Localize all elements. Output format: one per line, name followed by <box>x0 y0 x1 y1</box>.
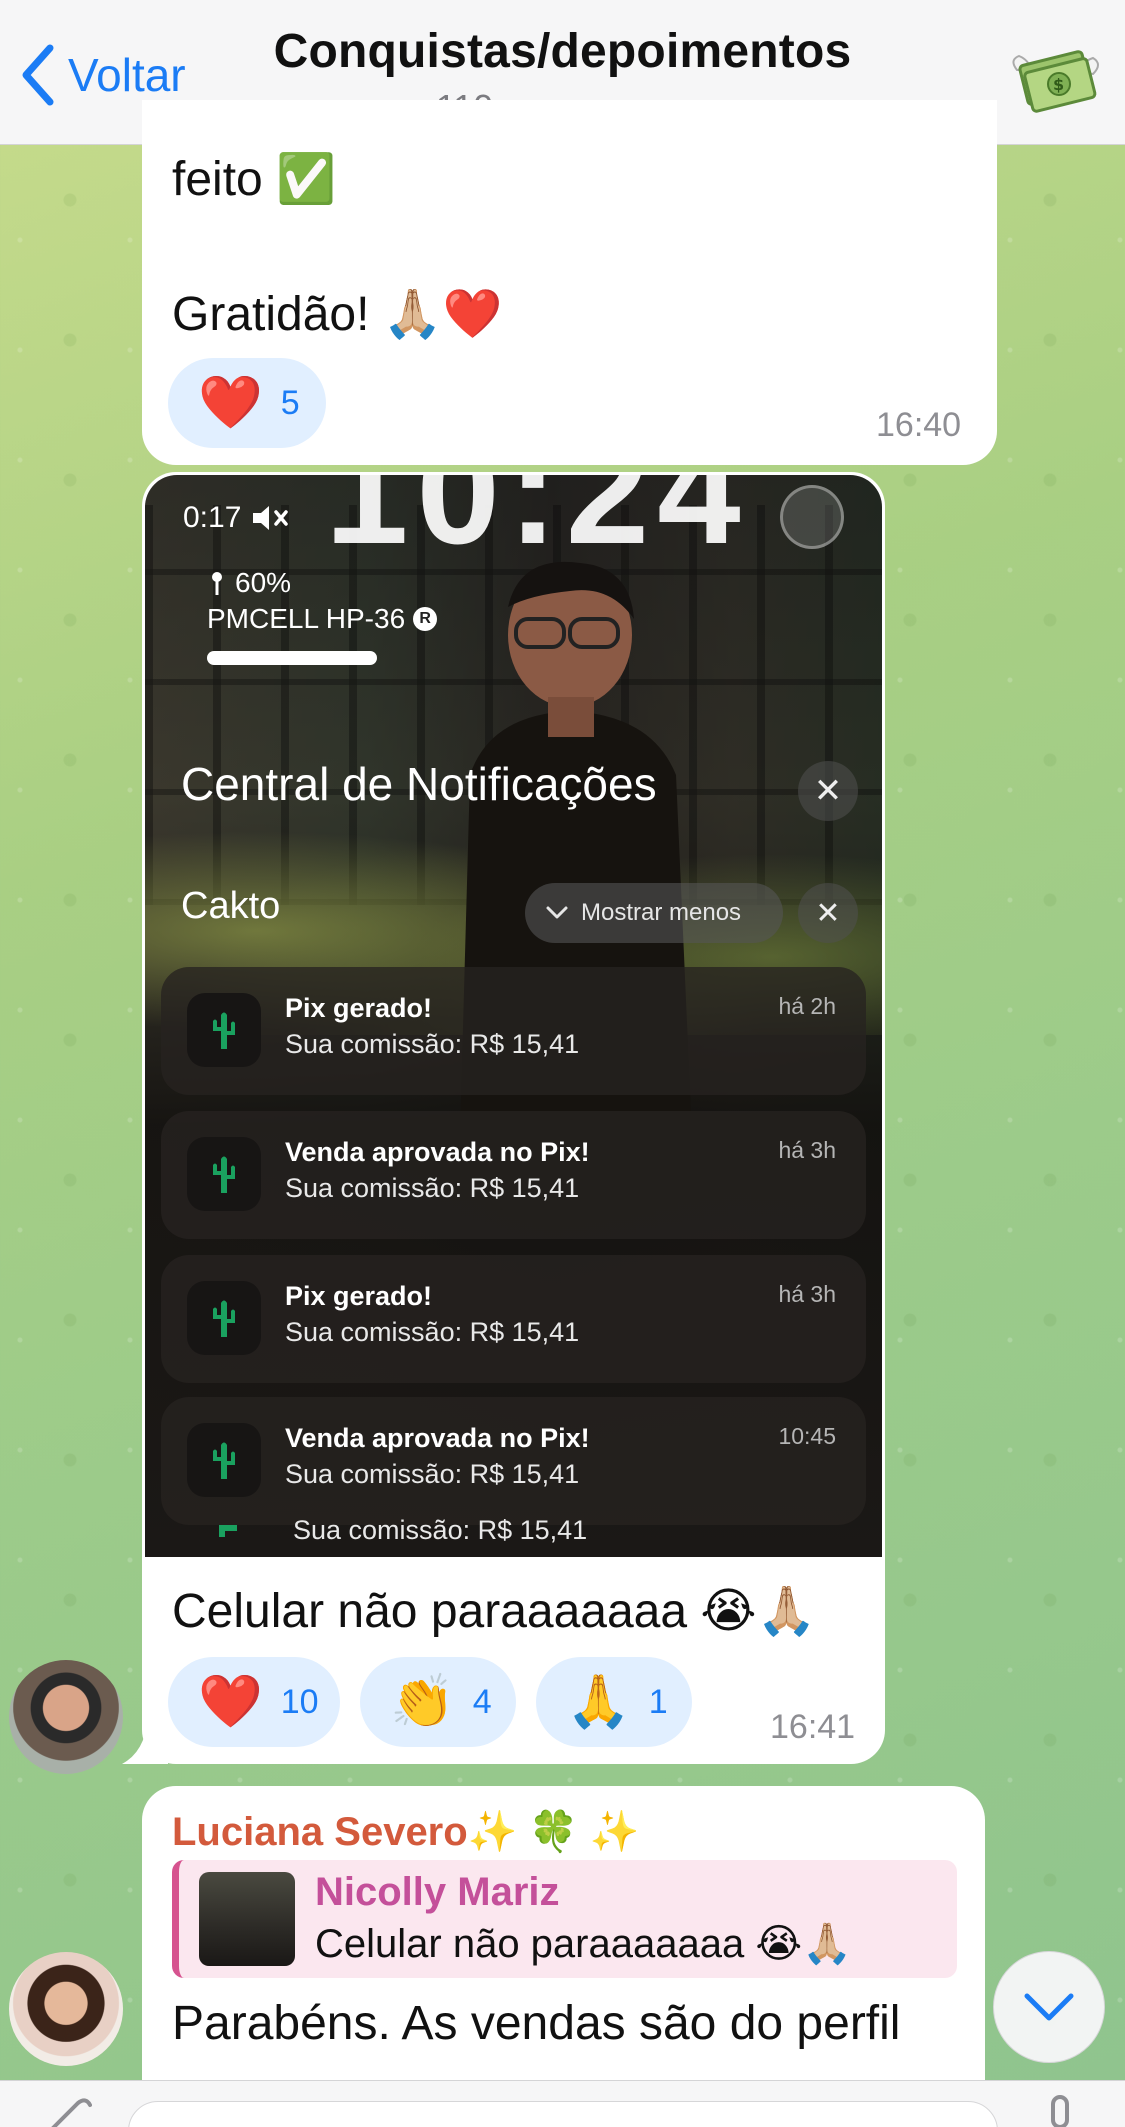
device-name: PMCELL HP-36 R <box>207 603 438 635</box>
chat-title: Conquistas/depoimentos <box>273 25 852 78</box>
chevron-down-icon <box>546 906 568 919</box>
message-input-bar <box>0 2080 1125 2127</box>
app-group-name: Cakto <box>181 885 281 927</box>
status-bar-pill <box>207 651 377 665</box>
reaction-count: 1 <box>648 1682 668 1721</box>
reply-text: Celular não paraaaaaaa 😭🙏🏼 <box>315 1922 852 1966</box>
avatar[interactable] <box>9 1660 123 1774</box>
reply-sender-name: Nicolly Mariz <box>315 1870 560 1914</box>
cactus-app-icon <box>187 1281 261 1355</box>
cactus-app-icon <box>187 1423 261 1497</box>
heart-emoji-icon: ❤️ <box>198 1673 263 1731</box>
video-time-text: 0:17 <box>183 501 242 534</box>
back-label: Voltar <box>68 49 186 101</box>
notification-item[interactable]: Venda aprovada no Pix! Sua comissão: R$ … <box>161 1397 866 1525</box>
notification-body: Sua comissão: R$ 15,41 <box>285 1317 580 1347</box>
reaction-heart[interactable]: ❤️ 5 <box>168 358 326 448</box>
chevron-down-icon <box>1024 1993 1074 2021</box>
notification-time: há 3h <box>778 1137 836 1163</box>
reaction-heart[interactable]: ❤️ 10 <box>168 1657 340 1747</box>
avatar[interactable] <box>9 1952 123 2066</box>
microphone-icon[interactable] <box>1040 2093 1080 2127</box>
antenna-icon <box>212 572 222 595</box>
registered-badge: R <box>413 607 438 631</box>
group-avatar[interactable]: $ <box>1007 30 1103 126</box>
reaction-count: 5 <box>280 383 300 422</box>
cactus-app-icon <box>219 1525 237 1537</box>
notification-item[interactable]: Venda aprovada no Pix! Sua comissão: R$ … <box>161 1111 866 1239</box>
reaction-count: 4 <box>472 1682 492 1721</box>
show-less-label: Mostrar menos <box>581 899 742 926</box>
close-icon[interactable]: ✕ <box>798 883 858 943</box>
notification-center-title: Central de Notificações <box>181 758 657 810</box>
notification-title: Pix gerado! <box>285 993 433 1023</box>
lockscreen-clock: 10:24 <box>325 475 749 575</box>
reply-thumbnail <box>199 1872 295 1966</box>
notification-screenshot[interactable]: 10:24 0:17 60% PMCELL HP-36 R Central de… <box>145 475 882 1557</box>
reaction-clap[interactable]: 👏 4 <box>360 1657 516 1747</box>
flying-money-icon: $ <box>1012 50 1099 113</box>
fullscreen-button[interactable] <box>780 485 844 549</box>
muted-speaker-icon <box>253 506 289 530</box>
scroll-to-bottom-button[interactable] <box>993 1951 1105 2063</box>
message-text-line: Gratidão! 🙏🏼❤️ <box>172 288 503 341</box>
notification-time: há 3h <box>778 1281 836 1307</box>
device-label: PMCELL HP-36 <box>207 603 406 634</box>
sender-name[interactable]: Luciana Severo✨ 🍀 ✨ <box>172 1808 639 1855</box>
praying-hands-icon: 🙏 <box>566 1673 631 1731</box>
svg-text:$: $ <box>1053 75 1064 94</box>
message-text-line: feito ✅ <box>172 153 336 206</box>
notification-item[interactable]: Pix gerado! Sua comissão: R$ 15,41 há 2h <box>161 967 866 1095</box>
notification-title: Venda aprovada no Pix! <box>285 1137 590 1167</box>
notification-item[interactable]: Pix gerado! Sua comissão: R$ 15,41 há 3h <box>161 1255 866 1383</box>
message-input[interactable] <box>128 2101 998 2127</box>
cactus-app-icon <box>187 1137 261 1211</box>
notification-time: 10:45 <box>778 1423 836 1449</box>
cactus-app-icon <box>187 993 261 1067</box>
message-time: 16:41 <box>770 1708 856 1746</box>
notification-body: Sua comissão: R$ 15,41 <box>285 1173 580 1203</box>
video-duration: 0:17 <box>183 501 291 535</box>
notification-body: Sua comissão: R$ 15,41 <box>285 1029 580 1059</box>
message-bubble[interactable]: feito ✅ Gratidão! 🙏🏼❤️ ❤️ 5 16:40 <box>142 100 997 465</box>
message-text: Celular não paraaaaaaa 😭🙏🏼 <box>172 1585 817 1638</box>
chevron-left-icon <box>22 44 54 106</box>
reaction-count: 10 <box>280 1682 319 1721</box>
notification-time: há 2h <box>778 993 836 1019</box>
clapping-hands-icon: 👏 <box>390 1673 455 1731</box>
photo-message-bubble[interactable]: 10:24 0:17 60% PMCELL HP-36 R Central de… <box>142 472 885 1764</box>
message-bubble[interactable]: Luciana Severo✨ 🍀 ✨ Nicolly Mariz Celula… <box>142 1786 985 2127</box>
reaction-pray[interactable]: 🙏 1 <box>536 1657 692 1747</box>
notification-title: Venda aprovada no Pix! <box>285 1423 590 1453</box>
battery-status: 60% <box>207 567 291 599</box>
message-text: Parabéns. As vendas são do perfil <box>172 1997 901 2050</box>
heart-emoji-icon: ❤️ <box>198 374 263 432</box>
close-icon[interactable]: ✕ <box>798 761 858 821</box>
message-time: 16:40 <box>876 406 962 444</box>
reply-preview[interactable]: Nicolly Mariz Celular não paraaaaaaa 😭🙏🏼 <box>172 1860 957 1978</box>
show-less-button[interactable]: Mostrar menos <box>525 883 783 943</box>
battery-percent: 60% <box>235 567 292 598</box>
notification-peek-body: Sua comissão: R$ 15,41 <box>293 1515 588 1545</box>
paperclip-icon[interactable] <box>42 2093 92 2127</box>
notification-body: Sua comissão: R$ 15,41 <box>285 1459 580 1489</box>
notification-title: Pix gerado! <box>285 1281 433 1311</box>
